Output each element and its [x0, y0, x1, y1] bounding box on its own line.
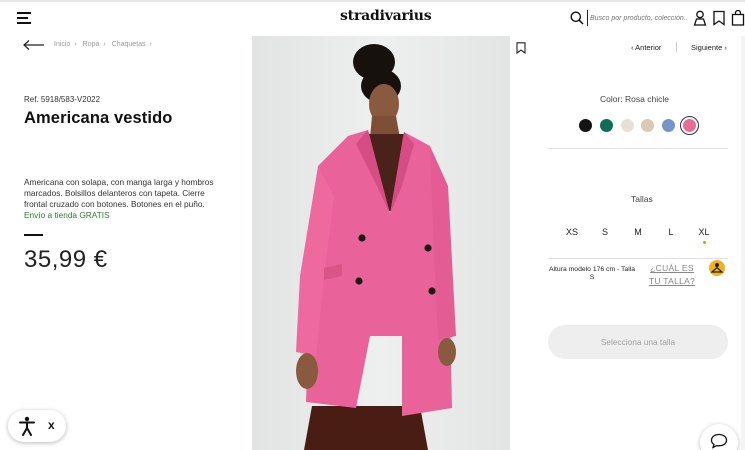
product-price: 35,99 € — [24, 246, 108, 273]
previous-product-link[interactable]: ‹ Anterior — [631, 43, 661, 52]
sizes-label: Tallas — [631, 194, 653, 204]
previous-label: Anterior — [635, 43, 662, 52]
price-divider — [24, 234, 43, 236]
find-your-size-link[interactable]: ¿CUÁL ES TU TALLA? — [643, 262, 701, 288]
search-input[interactable] — [587, 10, 687, 26]
size-s[interactable]: S — [594, 227, 616, 237]
breadcrumb-jackets[interactable]: Chaquetas — [112, 41, 146, 48]
size-l[interactable]: L — [660, 227, 682, 237]
breadcrumb-clothing[interactable]: Ropa — [83, 41, 100, 48]
color-divider — [548, 148, 728, 149]
product-description: Americana con solapa, con manga larga y … — [24, 177, 214, 209]
model-size-info: Altura modelo 176 cm - Talla S — [549, 266, 636, 281]
site-header: stradivarius — [0, 0, 745, 36]
search-icon[interactable] — [570, 11, 584, 25]
size-guide-icon[interactable] — [709, 260, 725, 276]
accessibility-widget: x — [8, 410, 66, 442]
size-xl[interactable]: XL — [693, 227, 715, 237]
product-title: Americana vestido — [24, 109, 173, 127]
next-product-link[interactable]: Siguiente › — [691, 43, 727, 52]
save-bookmark-icon[interactable] — [516, 42, 526, 54]
product-reference: Ref. 5918/583-V2022 — [24, 95, 101, 104]
chat-button[interactable] — [700, 424, 738, 450]
next-label: Siguiente — [691, 43, 723, 52]
header-top-border — [0, 0, 745, 2]
select-size-button[interactable]: Selecciona una talla — [548, 325, 728, 359]
swatch-beige[interactable] — [641, 119, 654, 132]
logo-text: stradivarius — [340, 8, 432, 24]
scrollbar[interactable] — [741, 36, 745, 450]
accessibility-close-button[interactable]: x — [48, 418, 55, 432]
size-m[interactable]: M — [627, 227, 649, 237]
size-xs[interactable]: XS — [561, 227, 583, 237]
swatch-black[interactable] — [579, 119, 592, 132]
swatch-pink[interactable] — [680, 116, 699, 135]
menu-icon[interactable] — [17, 12, 31, 24]
nav-separator — [676, 42, 677, 52]
breadcrumb-home[interactable]: Inicio — [54, 41, 70, 48]
swatch-green[interactable] — [600, 119, 613, 132]
model-illustration — [296, 44, 456, 450]
product-image[interactable] — [252, 36, 510, 450]
color-label: Color: Rosa chicle — [600, 94, 669, 104]
bag-icon[interactable] — [731, 10, 745, 26]
breadcrumb: Inicio › Ropa › Chaquetas › — [54, 41, 152, 48]
shipping-info: Envío a tienda GRATIS — [24, 210, 110, 220]
account-icon[interactable] — [693, 10, 707, 26]
swatch-blue[interactable] — [662, 119, 675, 132]
swatch-light-beige[interactable] — [621, 119, 634, 132]
chat-icon — [710, 433, 728, 449]
back-arrow-icon[interactable] — [22, 39, 46, 51]
wishlist-icon[interactable] — [712, 10, 726, 26]
brand-logo[interactable]: stradivarius — [340, 8, 432, 24]
low-stock-dot — [703, 241, 706, 244]
sizes-divider — [548, 258, 728, 259]
accessibility-icon[interactable] — [18, 416, 36, 436]
